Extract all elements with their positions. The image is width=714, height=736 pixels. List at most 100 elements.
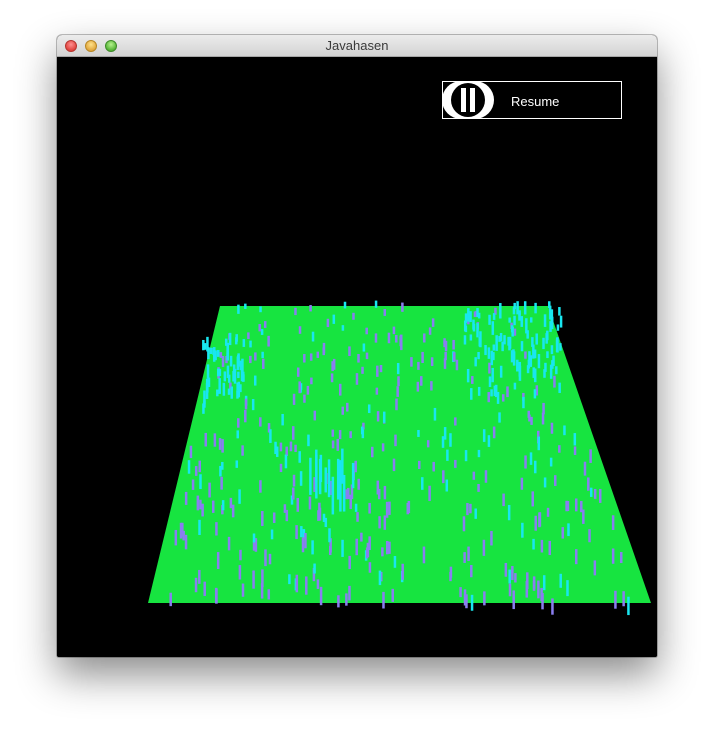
agent-marker [474,357,477,367]
app-window: Javahasen Resume [57,35,657,657]
pause-icon [442,81,494,119]
agent-marker [512,590,515,610]
agent-marker [488,362,491,374]
agent-marker [520,477,524,490]
resume-button[interactable]: Resume [442,81,622,119]
agent-marker [531,491,534,507]
agent-marker [611,515,615,531]
agent-marker [206,364,210,379]
agent-marker [542,575,546,591]
agent-marker [537,580,540,599]
agent-marker [198,460,201,473]
agent-marker [588,529,591,543]
agent-marker [379,364,383,373]
agent-marker [303,354,306,363]
agent-marker [378,570,382,586]
agent-marker [267,335,270,347]
agent-marker [513,315,516,326]
agent-marker [198,569,201,584]
agent-marker [324,517,328,528]
agent-marker [443,341,446,348]
agent-marker [318,507,322,521]
agent-marker [426,440,430,448]
agent-marker [296,497,300,512]
agent-marker [213,433,217,447]
agent-marker [338,383,342,396]
agent-marker [298,451,301,463]
agent-marker [421,477,424,490]
agent-marker [622,591,625,607]
agent-marker [368,536,371,551]
agent-marker [341,539,344,557]
agent-marker [558,445,561,453]
agent-marker [482,429,486,442]
title-bar[interactable]: Javahasen [57,35,657,57]
agent-marker [337,595,340,608]
agent-marker [492,344,496,351]
agent-marker [508,317,511,323]
agent-marker [470,565,473,578]
agent-marker [454,459,457,468]
agent-marker [249,355,252,364]
agent-marker [381,443,385,452]
agent-marker [556,324,560,331]
agent-marker [559,573,562,588]
agent-marker [228,332,232,346]
agent-marker [529,452,533,465]
agent-marker [549,364,553,379]
agent-marker [169,592,172,607]
agent-marker [355,373,359,385]
agent-marker [472,471,476,480]
agent-marker [324,467,327,493]
agent-marker [477,386,481,396]
agent-marker [264,549,267,567]
agent-marker [540,539,544,553]
agent-marker [417,429,420,437]
agent-marker [518,365,522,381]
agent-marker [259,306,262,313]
agent-marker [301,537,305,553]
agent-marker [471,376,474,384]
agent-marker [513,328,517,336]
agent-marker [206,383,209,393]
agent-marker [252,533,256,543]
agent-marker [261,511,264,526]
agent-marker [341,325,345,331]
agent-marker [218,378,221,394]
agent-marker [349,431,352,439]
agent-marker [220,476,223,490]
agent-marker [574,549,578,565]
agent-marker [357,478,360,490]
agent-marker [534,302,537,314]
agent-marker [235,337,238,345]
agent-marker [551,598,554,615]
agent-marker [541,412,545,425]
agent-marker [391,588,394,602]
agent-marker [420,376,423,386]
agent-marker [506,386,509,398]
agent-marker [542,337,545,350]
agent-marker [184,534,188,550]
agent-marker [294,444,297,452]
agent-marker [298,381,301,394]
agent-marker [574,498,578,512]
agent-marker [319,586,323,606]
agent-marker [313,410,317,421]
agent-marker [593,560,597,576]
agent-marker [309,305,312,312]
agent-marker [417,361,420,370]
agent-marker [388,541,391,554]
agent-marker [381,547,384,557]
agent-marker [352,312,355,320]
agent-marker [428,485,431,501]
agent-marker [292,487,295,500]
agent-marker [240,367,244,382]
agent-marker [348,585,351,601]
agent-marker [215,522,218,536]
agent-marker [523,301,527,315]
agent-marker [187,460,191,474]
agent-marker [535,333,538,345]
agent-marker [362,343,366,352]
agent-marker [455,359,459,371]
agent-marker [284,454,288,469]
